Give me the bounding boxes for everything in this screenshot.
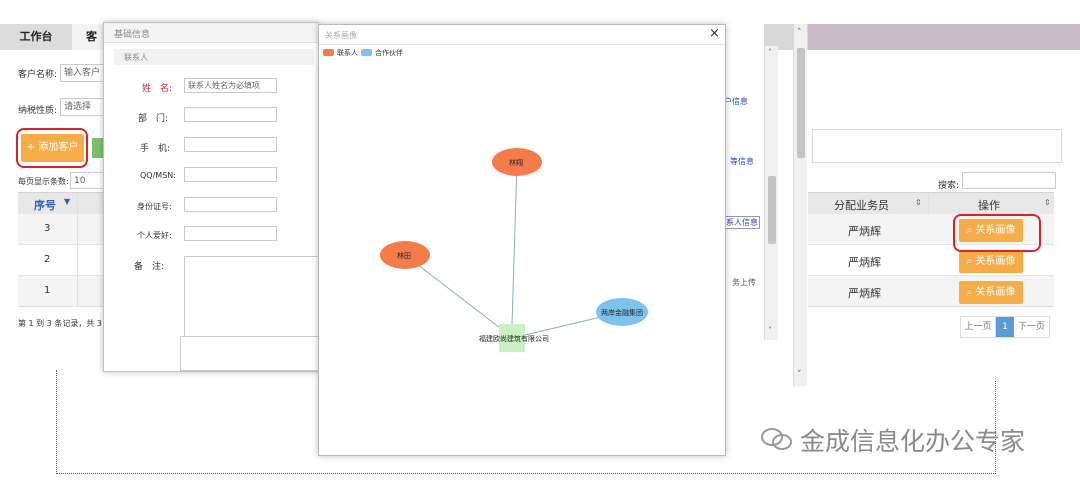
customer-name-label: 客户名称: (18, 70, 58, 80)
middle-scrollbar[interactable]: ˄ ˅ (764, 46, 778, 340)
phone-label: 手 机: (140, 144, 171, 154)
qq-input[interactable] (184, 167, 277, 182)
contact-dialog: 基础信息 联系人 姓 名: 联系人姓名为必填项 部 门: 手 机: QQ/MSN… (103, 22, 320, 372)
name-input[interactable]: 联系人姓名为必填项 (184, 78, 277, 93)
edge (404, 254, 513, 338)
per-page-label: 每页显示条数: (18, 177, 69, 186)
button-label: 关系画像 (975, 287, 1016, 298)
dept-input[interactable] (184, 107, 277, 122)
page-1-button[interactable]: 1 (996, 317, 1014, 337)
remark-textarea[interactable] (184, 256, 320, 344)
watermark: 金成信息化办公专家 (760, 424, 1060, 456)
seq-header[interactable]: 序号 (34, 197, 56, 213)
customer-name-input[interactable]: 输入客户 (60, 64, 108, 82)
scroll-thumb[interactable] (768, 176, 776, 244)
name-label: 姓 名: (142, 84, 173, 94)
relation-portrait-button[interactable]: ⌕ 关系画像 (959, 281, 1023, 304)
tab-workbench[interactable]: 工作台 (0, 24, 72, 50)
table-footer: 第 1 到 3 条记录，共 3 条 (18, 319, 110, 328)
page-scroll-thumb[interactable] (797, 48, 805, 158)
info-box (812, 129, 1062, 163)
next-page-button[interactable]: 下一页 (1014, 317, 1049, 337)
relation-dialog: 关系画像 × 联系人 合作伙伴 林翔 林田 两岸金融集团 福建欧尚建筑有限公司 (318, 24, 726, 456)
node-label: 两岸金融集团 (601, 309, 643, 317)
agent-name: 严炳辉 (848, 287, 881, 300)
right-panel: 搜索: 分配业务员 ⇕ 操作 ⇕ 严炳辉 ⌕ 关系画像 严炳辉 ⌕ 关系画像 严… (808, 50, 1080, 380)
node-label: 林翔 (509, 159, 523, 167)
sort-icon[interactable]: ⇕ (1044, 198, 1051, 207)
section-title: 联系人 (124, 53, 148, 62)
wechat-icon (761, 428, 792, 450)
watermark-text: 金成信息化办公专家 (800, 427, 1026, 456)
node-label: 林田 (397, 252, 411, 260)
top-band (0, 0, 1080, 24)
scroll-up-icon[interactable]: ˄ (768, 48, 772, 57)
relation-portrait-button[interactable]: ⌕ 关系画像 (959, 250, 1023, 273)
qq-label: QQ/MSN: (140, 171, 176, 180)
right-table-header: 分配业务员 ⇕ 操作 ⇕ (808, 192, 1054, 214)
id-card-label: 身份证号: (137, 202, 172, 211)
edge (511, 161, 518, 326)
dept-label: 部 门: (138, 114, 169, 124)
search-label: 搜索: (938, 181, 960, 191)
middle-panel: 户信息 等信息 系人信息 务上传 (724, 24, 764, 370)
row-seq: 2 (44, 254, 51, 265)
tax-type-label: 纳税性质: (18, 106, 58, 116)
id-card-input[interactable] (184, 197, 277, 212)
pager: 上一页 1 下一页 (960, 316, 1050, 338)
page-scroll-up-icon[interactable]: ˄ (797, 28, 802, 38)
table-row: 3 (18, 214, 108, 245)
scroll-down-icon[interactable]: ˅ (768, 326, 772, 335)
ops-header[interactable]: 操作 (978, 197, 1000, 213)
agent-name: 严炳辉 (848, 256, 881, 269)
link-contact-info[interactable]: 系人信息 (724, 216, 760, 229)
agent-name: 严炳辉 (848, 225, 881, 238)
contact-dialog-titlebar: 基础信息 (104, 23, 320, 43)
link-upload[interactable]: 务上传 (732, 277, 756, 288)
tax-type-select[interactable]: 请选择 (60, 98, 108, 116)
table-row: 2 (18, 245, 108, 276)
add-customer-button[interactable]: + 添加客户 (21, 134, 84, 162)
table-header: 序号 ▼ (18, 192, 108, 214)
hobby-label: 个人爱好: (137, 231, 172, 240)
link-customer-info[interactable]: 户信息 (724, 96, 748, 107)
node-label: 福建欧尚建筑有限公司 (479, 335, 549, 343)
table-row: 1 (18, 276, 108, 307)
relation-graph (380, 148, 648, 352)
link-other-info[interactable]: 等信息 (730, 156, 754, 167)
hobby-input[interactable] (184, 226, 277, 241)
page-scroll-down-icon[interactable]: ˅ (797, 370, 802, 380)
row-seq: 1 (44, 285, 51, 296)
contact-dialog-title: 基础信息 (114, 30, 151, 40)
section-header: 联系人 (114, 49, 314, 65)
page-scrollbar[interactable]: ˄ ˅ (793, 24, 807, 386)
tab-bar-right (808, 24, 1080, 50)
lower-textarea[interactable] (180, 336, 320, 371)
sort-icon[interactable]: ⇕ (915, 198, 922, 207)
button-label: 关系画像 (975, 256, 1016, 267)
table-row: 严炳辉 ⌕ 关系画像 (808, 276, 1054, 307)
phone-input[interactable] (184, 137, 277, 152)
highlight-ring-portrait (953, 214, 1041, 252)
column-divider (77, 192, 78, 307)
search-input[interactable] (962, 172, 1056, 189)
prev-page-button[interactable]: 上一页 (961, 317, 997, 337)
agent-header[interactable]: 分配业务员 (834, 197, 889, 213)
row-seq: 3 (44, 223, 51, 234)
sort-down-icon[interactable]: ▼ (64, 197, 70, 206)
remark-label: 备 注: (134, 262, 165, 272)
